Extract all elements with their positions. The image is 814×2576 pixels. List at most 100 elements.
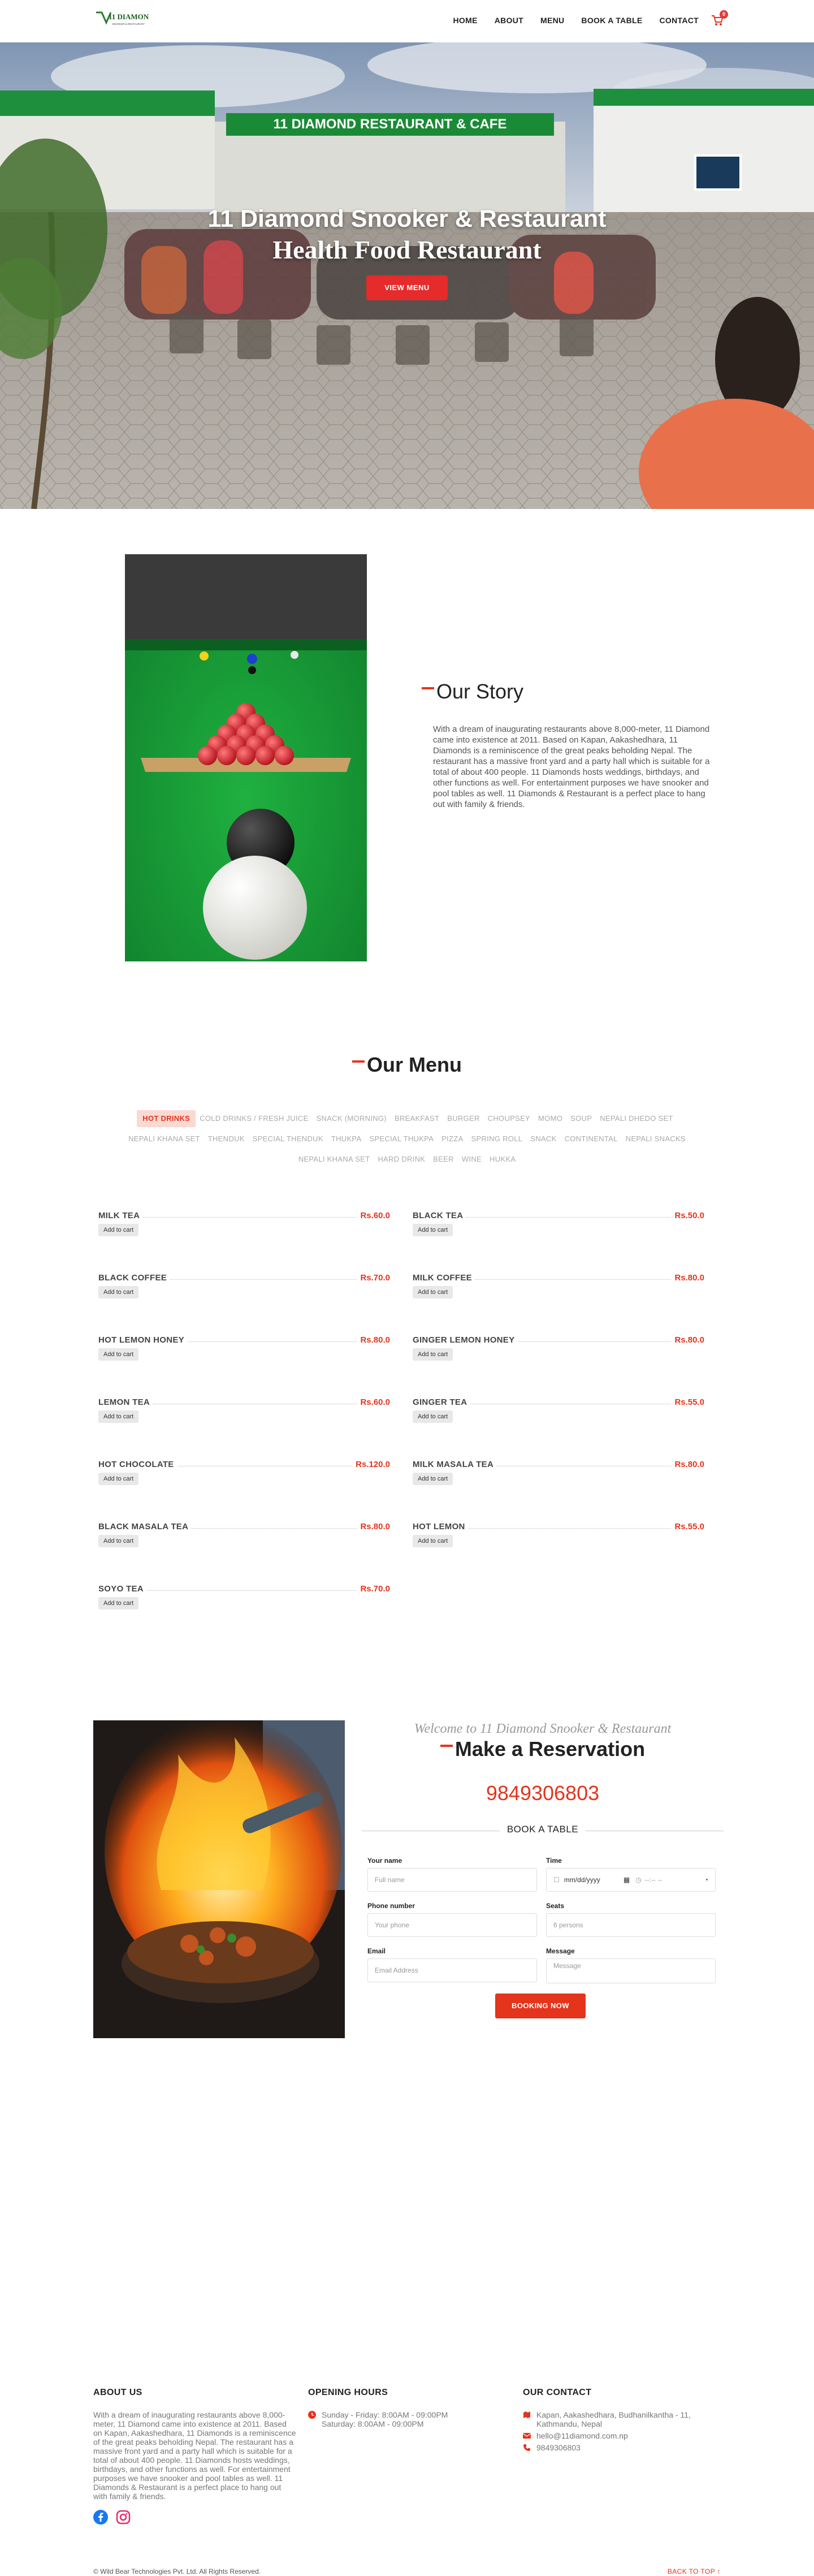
message-textarea[interactable]: Message [546, 1958, 716, 1983]
menu-tab[interactable]: PIZZA [438, 1129, 467, 1149]
add-to-cart-button[interactable]: Add to cart [413, 1224, 453, 1236]
nav-contact[interactable]: CONTACT [660, 16, 699, 25]
calendar-small-icon: ☐ [553, 1876, 560, 1884]
add-to-cart-button[interactable]: Add to cart [98, 1286, 139, 1298]
story-title: Our Story [422, 680, 523, 704]
menu-item: BLACK MASALA TEA Rs.80.0 Add to cart [98, 1520, 390, 1577]
hero-title: 11 Diamond Snooker & Restaurant [207, 205, 607, 232]
menu-item: HOT LEMON Rs.55.0 Add to cart [413, 1520, 704, 1577]
menu-item-name: GINGER LEMON HONEY [413, 1335, 515, 1345]
svg-text:SNOOKER & RESTAURANT: SNOOKER & RESTAURANT [112, 23, 145, 25]
nav-about[interactable]: ABOUT [495, 16, 523, 25]
menu-tab[interactable]: HARD DRINK [374, 1149, 429, 1170]
title-accent-dash [422, 687, 434, 689]
seats-input[interactable]: 6 persons [546, 1913, 716, 1937]
social-links [93, 2510, 297, 2525]
menu-item-name: HOT LEMON [413, 1522, 465, 1531]
booking-now-button[interactable]: BOOKING NOW [495, 1994, 586, 2018]
main-nav: HOME ABOUT MENU BOOK A TABLE CONTACT 0 [436, 10, 728, 26]
menu-tab[interactable]: BEER [429, 1149, 458, 1170]
contact-address: Kapan, Aakashedhara, Budhanilkantha - 11… [536, 2410, 691, 2428]
dotted-leader [466, 1217, 672, 1218]
view-menu-button[interactable]: VIEW MENU [366, 275, 448, 300]
clock-picker-icon[interactable]: ◔ [704, 1869, 708, 1891]
calendar-icon[interactable]: ▦ [624, 1869, 630, 1891]
contact-email[interactable]: hello@11diamond.com.np [536, 2431, 628, 2440]
cart-button[interactable]: 0 [711, 10, 728, 26]
contact-phone[interactable]: 9849306803 [536, 2443, 581, 2452]
add-to-cart-button[interactable]: Add to cart [98, 1410, 139, 1423]
phone-input[interactable]: Your phone [367, 1913, 537, 1937]
menu-tab[interactable]: MOMO [534, 1108, 566, 1129]
menu-item-price: Rs.70.0 [360, 1273, 390, 1283]
menu-item-name: HOT CHOCOLATE [98, 1460, 174, 1469]
name-input[interactable]: Full name [367, 1868, 537, 1892]
book-a-table-heading: BOOK A TABLE [362, 1824, 724, 1841]
menu-item: SOYO TEA Rs.70.0 Add to cart [98, 1582, 390, 1639]
add-to-cart-button[interactable]: Add to cart [98, 1535, 139, 1547]
menu-tab[interactable]: BREAKFAST [391, 1108, 443, 1129]
menu-tab[interactable]: SNACK [526, 1129, 560, 1149]
back-to-top-link[interactable]: BACK TO TOP ↑ [668, 2568, 721, 2575]
menu-tab[interactable]: NEPALI DHEDO SET [596, 1108, 677, 1129]
add-to-cart-button[interactable]: Add to cart [413, 1286, 453, 1298]
menu-item-price: Rs.80.0 [360, 1335, 390, 1345]
add-to-cart-button[interactable]: Add to cart [413, 1410, 453, 1423]
nav-menu[interactable]: MENU [540, 16, 564, 25]
svg-text:11 DIAMOND: 11 DIAMOND [109, 12, 149, 21]
menu-tab[interactable]: CONTINENTAL [561, 1129, 622, 1149]
add-to-cart-button[interactable]: Add to cart [413, 1473, 453, 1485]
instagram-icon[interactable] [116, 2510, 131, 2525]
menu-tab[interactable]: NEPALI KHANA SET [295, 1149, 374, 1170]
menu-item: BLACK COFFEE Rs.70.0 Add to cart [98, 1271, 390, 1328]
menu-tab[interactable]: HUKKA [486, 1149, 519, 1170]
title-accent-dash [352, 1060, 365, 1063]
reservation-phone[interactable]: 9849306803 [367, 1781, 718, 1805]
menu-tab[interactable]: NEPALI SNACKS [622, 1129, 690, 1149]
menu-item-name: LEMON TEA [98, 1397, 150, 1407]
hours-saturday: Saturday: 8:00AM - 09:00PM [322, 2419, 424, 2428]
menu-item-price: Rs.50.0 [674, 1211, 704, 1220]
menu-tab[interactable]: COLD DRINKS / FRESH JUICE [196, 1108, 312, 1129]
add-to-cart-button[interactable]: Add to cart [413, 1535, 453, 1547]
menu-item-price: Rs.120.0 [356, 1460, 390, 1469]
menu-tab[interactable]: SOUP [566, 1108, 596, 1129]
menu-tab[interactable]: WINE [458, 1149, 486, 1170]
add-to-cart-button[interactable]: Add to cart [98, 1224, 139, 1236]
story-text: With a dream of inaugurating restaurants… [433, 724, 710, 809]
menu-item-price: Rs.55.0 [674, 1397, 704, 1407]
site-header: 11 DIAMOND SNOOKER & RESTAURANT HOME ABO… [0, 0, 814, 42]
nav-home[interactable]: HOME [453, 16, 478, 25]
menu-tab[interactable]: THUKPA [327, 1129, 366, 1149]
add-to-cart-button[interactable]: Add to cart [98, 1473, 139, 1485]
menu-tab[interactable]: SPRING ROLL [467, 1129, 527, 1149]
menu-item-price: Rs.60.0 [360, 1211, 390, 1220]
menu-item: MILK COFFEE Rs.80.0 Add to cart [413, 1271, 704, 1328]
menu-tab[interactable]: HOT DRINKS [137, 1110, 196, 1127]
menu-tab[interactable]: SNACK (MORNING) [313, 1108, 391, 1129]
menu-tab[interactable]: SPECIAL THENDUK [249, 1129, 327, 1149]
menu-tab[interactable]: SPECIAL THUKPA [365, 1129, 438, 1149]
phone-field-group: Phone number Your phone [367, 1902, 537, 1937]
menu-tab[interactable]: NEPALI KHANA SET [124, 1129, 204, 1149]
menu-tab[interactable]: BURGER [443, 1108, 483, 1129]
facebook-icon[interactable] [93, 2510, 108, 2525]
menu-item-name: BLACK MASALA TEA [98, 1522, 189, 1531]
menu-item-name: GINGER TEA [413, 1397, 467, 1407]
menu-item-name: BLACK COFFEE [98, 1273, 167, 1283]
sizzler-dish-image [93, 1720, 345, 2038]
menu-item-name: MILK TEA [98, 1211, 140, 1220]
menu-item: LEMON TEA Rs.60.0 Add to cart [98, 1396, 390, 1452]
menu-tab[interactable]: CHOUPSEY [484, 1108, 534, 1129]
menu-item: BLACK TEA Rs.50.0 Add to cart [413, 1209, 704, 1266]
email-input[interactable]: Email Address [367, 1958, 537, 1982]
add-to-cart-button[interactable]: Add to cart [413, 1348, 453, 1361]
clock-icon: ◷ [635, 1876, 642, 1884]
nav-book-a-table[interactable]: BOOK A TABLE [581, 16, 642, 25]
add-to-cart-button[interactable]: Add to cart [98, 1348, 139, 1361]
add-to-cart-button[interactable]: Add to cart [98, 1597, 139, 1610]
datetime-input[interactable]: ☐ mm/dd/yyyy ▦ ◷ --:-- -- ◔ [546, 1868, 716, 1892]
menu-item-price: Rs.55.0 [674, 1522, 704, 1531]
menu-tab[interactable]: THENDUK [204, 1129, 249, 1149]
site-logo[interactable]: 11 DIAMOND SNOOKER & RESTAURANT [95, 8, 149, 31]
